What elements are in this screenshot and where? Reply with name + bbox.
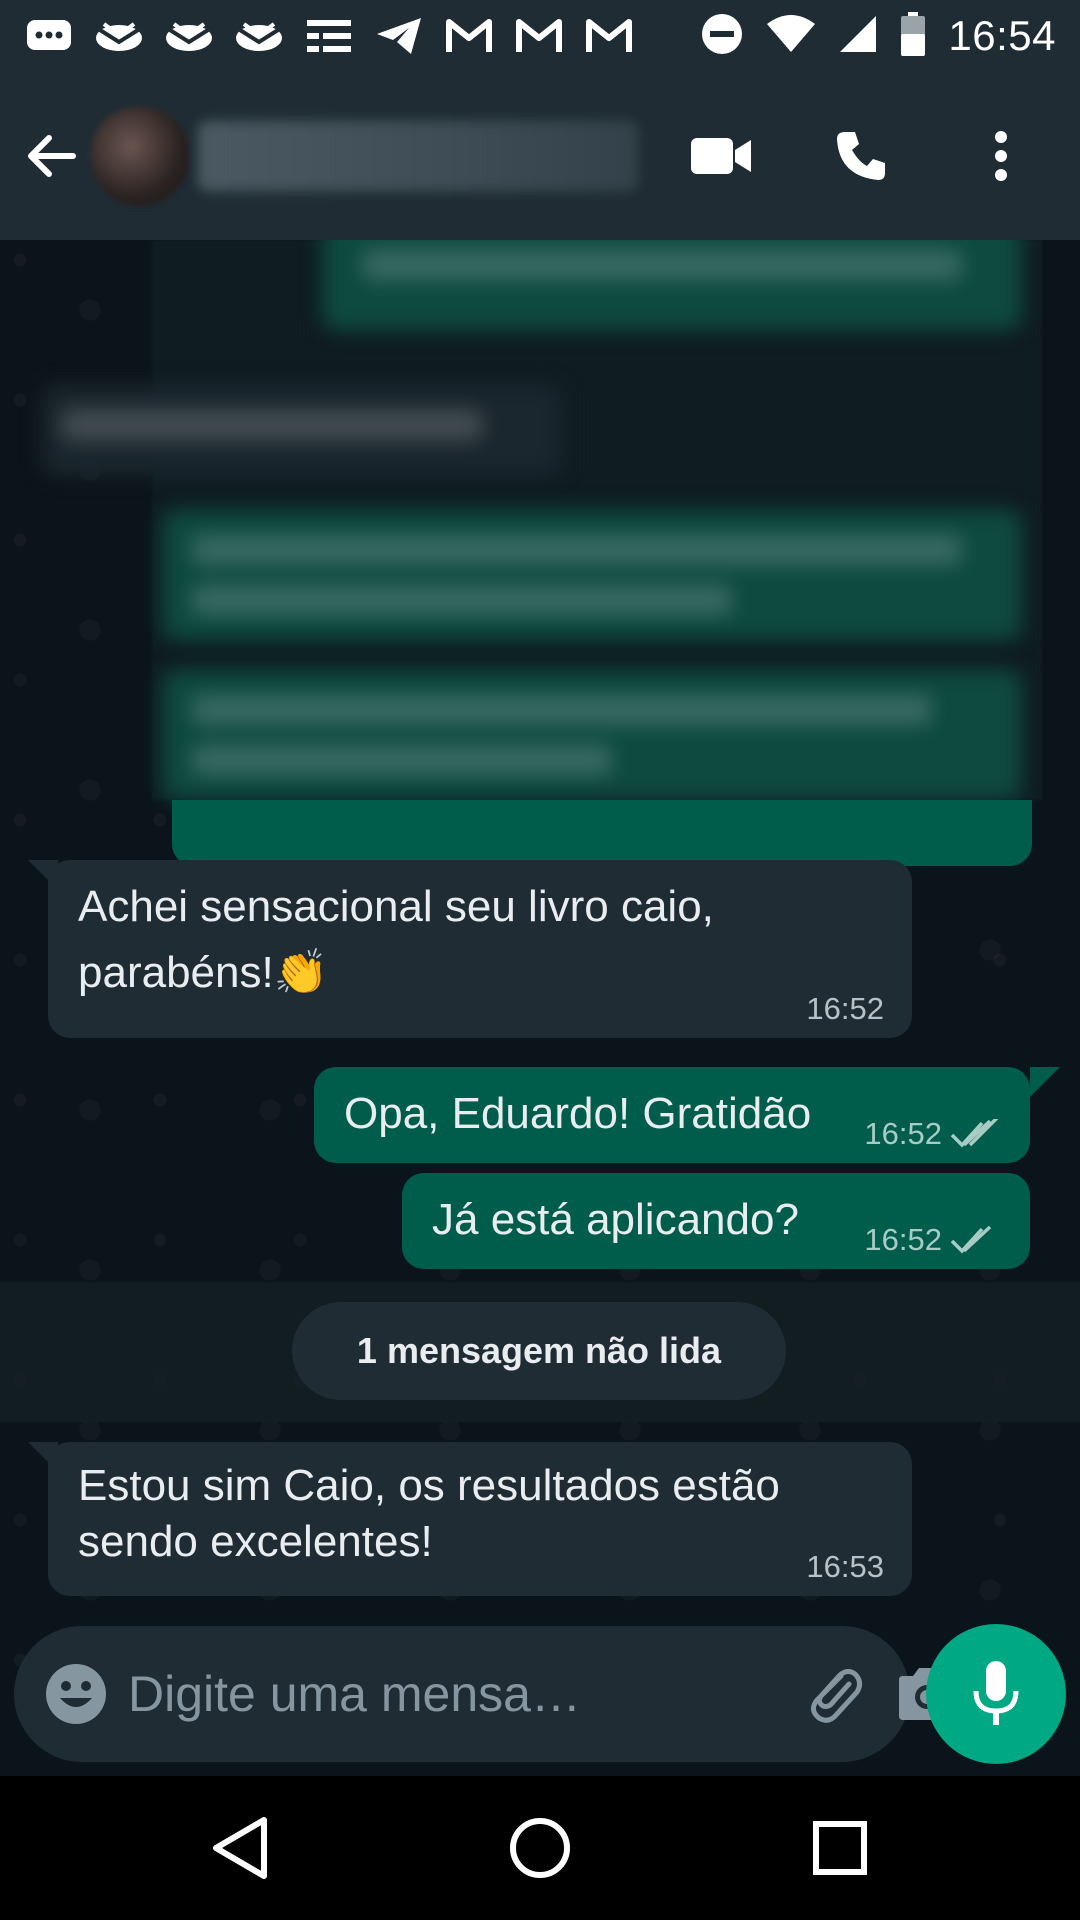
recents-square-icon bbox=[813, 1821, 867, 1875]
message-icon bbox=[24, 16, 74, 56]
attach-button[interactable] bbox=[801, 1649, 865, 1739]
message-input[interactable] bbox=[128, 1665, 771, 1723]
message-text: parabéns!👏 bbox=[78, 948, 329, 997]
more-options-button[interactable] bbox=[956, 111, 1046, 201]
video-call-icon bbox=[691, 138, 751, 174]
message-outgoing[interactable]: Já está aplicando? 16:52 bbox=[402, 1173, 1030, 1269]
telegram-icon bbox=[374, 16, 424, 56]
wifi-icon bbox=[766, 14, 816, 59]
back-button[interactable] bbox=[0, 106, 100, 206]
gmail-icon bbox=[514, 16, 564, 56]
arrow-back-icon bbox=[28, 135, 76, 177]
contact-name[interactable] bbox=[198, 121, 638, 191]
double-check-icon bbox=[950, 1225, 992, 1254]
message-composer bbox=[14, 1626, 955, 1762]
message-text: sendo excelentes! bbox=[78, 1517, 433, 1566]
message-time: 16:52 bbox=[864, 1222, 942, 1257]
message-incoming[interactable]: Estou sim Caio, os resultados estão send… bbox=[48, 1442, 912, 1596]
system-navigation-bar bbox=[0, 1776, 1080, 1920]
status-bar: 16:54 bbox=[0, 0, 1080, 72]
list-icon bbox=[304, 16, 354, 56]
voice-call-icon bbox=[837, 132, 885, 180]
chat-header bbox=[0, 72, 1080, 240]
voice-record-button[interactable] bbox=[926, 1624, 1066, 1764]
nav-back-button[interactable] bbox=[185, 1793, 295, 1903]
signal-icon bbox=[838, 14, 878, 59]
message-text: Estou sim Caio, os resultados estão bbox=[78, 1461, 780, 1510]
message-time: 16:52 bbox=[864, 1116, 942, 1151]
notification-icons bbox=[24, 16, 634, 56]
battery-icon bbox=[900, 11, 926, 61]
microphone-icon bbox=[973, 1661, 1019, 1725]
voice-call-button[interactable] bbox=[816, 111, 906, 201]
chat-messages-area[interactable]: Achei sensacional seu livro caio, parabé… bbox=[0, 240, 1080, 1776]
nav-recents-button[interactable] bbox=[785, 1793, 895, 1903]
message-time: 16:53 bbox=[806, 1549, 884, 1584]
dnd-icon bbox=[700, 12, 744, 61]
double-check-icon bbox=[950, 1119, 999, 1148]
contact-avatar[interactable] bbox=[90, 106, 190, 206]
bubble-tail bbox=[1030, 1067, 1060, 1097]
message-meta: 16:52 bbox=[864, 1117, 1002, 1151]
unread-messages-badge: 1 mensagem não lida bbox=[292, 1302, 786, 1400]
message-meta: 16:52 bbox=[864, 1223, 1002, 1257]
nav-home-button[interactable] bbox=[485, 1793, 595, 1903]
home-circle-icon bbox=[510, 1818, 570, 1878]
mail-icon bbox=[94, 16, 144, 56]
gmail-icon bbox=[444, 16, 494, 56]
emoji-icon bbox=[46, 1664, 106, 1724]
more-options-icon bbox=[995, 131, 1007, 181]
message-incoming[interactable]: Achei sensacional seu livro caio, parabé… bbox=[48, 860, 912, 1038]
video-call-button[interactable] bbox=[676, 111, 766, 201]
message-text: Já está aplicando? bbox=[432, 1195, 799, 1244]
message-text: Achei sensacional seu livro caio, bbox=[78, 882, 714, 931]
paperclip-icon bbox=[811, 1668, 863, 1723]
clock: 16:54 bbox=[948, 12, 1056, 59]
mail-icon bbox=[164, 16, 214, 56]
message-outgoing[interactable]: Opa, Eduardo! Gratidão 16:52 bbox=[314, 1067, 1030, 1163]
redacted-messages bbox=[42, 240, 1042, 800]
mail-icon bbox=[234, 16, 284, 56]
message-text: Opa, Eduardo! Gratidão bbox=[344, 1089, 812, 1138]
message-time: 16:52 bbox=[806, 991, 884, 1026]
emoji-button[interactable] bbox=[44, 1656, 108, 1732]
redacted-bubble-edge bbox=[172, 800, 1032, 866]
back-triangle-icon bbox=[213, 1817, 267, 1879]
gmail-icon bbox=[584, 16, 634, 56]
